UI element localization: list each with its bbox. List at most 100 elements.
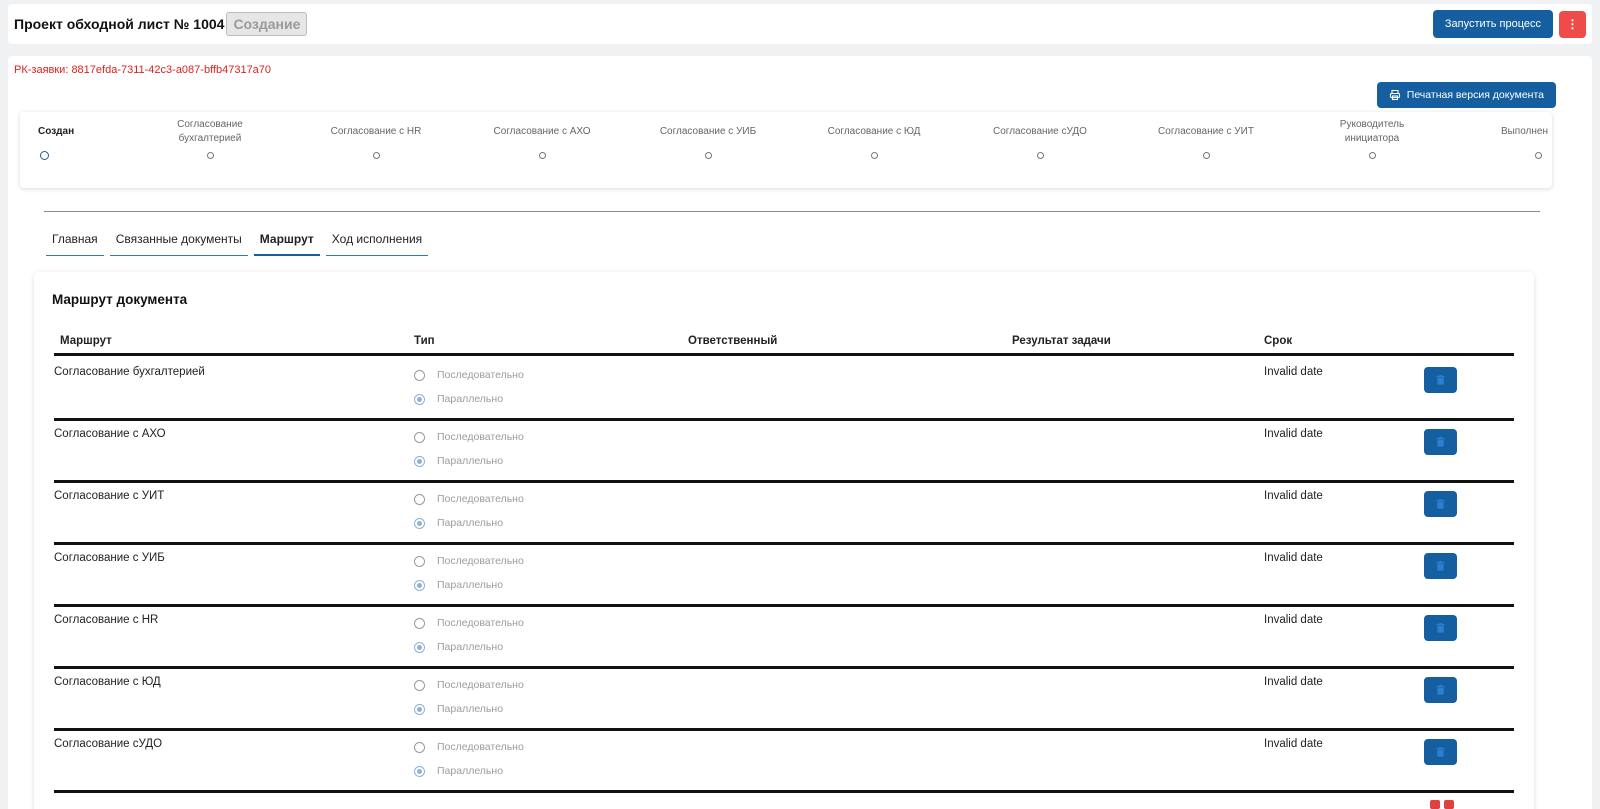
tab-2[interactable]: Маршрут xyxy=(253,228,320,256)
radio-label: Параллельно xyxy=(437,455,504,467)
type-sequential-radio[interactable]: Последовательно xyxy=(414,741,524,753)
corner-icons xyxy=(1430,800,1454,809)
step-item: Создан xyxy=(0,56,114,166)
radio-circle xyxy=(414,703,425,715)
step-label: Согласование бухгалтерией xyxy=(177,119,243,144)
type-parallel-radio[interactable]: Параллельно xyxy=(414,641,503,653)
deadline-value: Invalid date xyxy=(1264,738,1323,750)
type-sequential-radio[interactable]: Последовательно xyxy=(414,493,524,505)
type-sequential-radio[interactable]: Последовательно xyxy=(414,617,524,629)
route-name: Согласование с HR xyxy=(54,614,159,626)
delete-button[interactable] xyxy=(1424,367,1457,393)
radio-label: Последовательно xyxy=(437,555,524,567)
radio-label: Параллельно xyxy=(437,641,504,653)
deadline-value: Invalid date xyxy=(1264,614,1323,626)
type-sequential-radio[interactable]: Последовательно xyxy=(414,369,524,381)
route-name: Согласование с ЮД xyxy=(54,676,161,688)
delete-button[interactable] xyxy=(1424,553,1457,579)
trash-icon xyxy=(1436,746,1445,757)
type-parallel-radio[interactable]: Параллельно xyxy=(414,517,503,529)
step-item: Согласование с УИБ xyxy=(638,56,778,166)
radio-circle xyxy=(414,741,425,753)
radio-circle xyxy=(414,493,425,505)
radio-label: Последовательно xyxy=(437,369,524,381)
radio-label: Параллельно xyxy=(437,517,504,529)
radio-circle xyxy=(414,765,425,777)
header-actions: Запустить процесс ⋮ xyxy=(1432,10,1586,38)
route-panel: Маршрут документа Маршрут Тип Ответствен… xyxy=(34,272,1534,809)
tab-0[interactable]: Главная xyxy=(46,228,104,256)
radio-label: Параллельно xyxy=(437,579,504,591)
step-item: Согласование бухгалтерией xyxy=(140,56,280,166)
col-responsible: Ответственный xyxy=(688,335,778,347)
type-sequential-radio[interactable]: Последовательно xyxy=(414,679,524,691)
step-dot xyxy=(40,151,49,160)
delete-button[interactable] xyxy=(1424,491,1457,517)
deadline-value: Invalid date xyxy=(1264,552,1323,564)
step-item: Согласование с ЮД xyxy=(804,56,944,166)
type-sequential-radio[interactable]: Последовательно xyxy=(414,431,524,443)
table-row: Согласование с ЮД Последовательно Параллел… xyxy=(54,669,1514,731)
trash-icon xyxy=(1436,374,1445,385)
col-deadline: Срок xyxy=(1264,335,1293,347)
radio-circle xyxy=(414,431,425,443)
radio-circle xyxy=(414,679,425,691)
step-label: Согласование с УИБ xyxy=(659,126,757,137)
deadline-value: Invalid date xyxy=(1264,490,1323,502)
tab-bar: Главная Связанные документы Маршрут Ход исп… xyxy=(46,228,429,256)
action-icon[interactable] xyxy=(1444,800,1454,809)
deadline-value: Invalid date xyxy=(1264,428,1323,440)
trash-icon xyxy=(1436,560,1445,571)
status-badge: Создание xyxy=(226,12,308,36)
type-parallel-radio[interactable]: Параллельно xyxy=(414,455,503,467)
table-row: Согласование с АХО Последовательно Паралле… xyxy=(54,421,1514,483)
deadline-value: Invalid date xyxy=(1264,676,1323,688)
more-menu-button[interactable]: ⋮ xyxy=(1559,10,1586,38)
radio-circle xyxy=(414,579,425,591)
type-parallel-radio[interactable]: Параллельно xyxy=(414,579,503,591)
radio-circle xyxy=(414,393,425,405)
stepper-line xyxy=(44,211,1540,212)
step-dot xyxy=(871,152,878,159)
step-dot xyxy=(1203,152,1210,159)
step-dot xyxy=(207,152,214,159)
col-result: Результат задачи xyxy=(1012,335,1111,347)
table-row: Согласование с УИБ Последовательно Паралле… xyxy=(54,545,1514,607)
tab-3[interactable]: Ход исполнения xyxy=(325,228,429,256)
table-row: Согласование сУДО Последовательно Параллел… xyxy=(54,731,1514,793)
step-label: Руководитель инициатора xyxy=(1339,119,1405,144)
radio-circle xyxy=(414,369,425,381)
step-item: Выполнен xyxy=(1468,56,1600,166)
radio-circle xyxy=(414,641,425,653)
page-title: Проект обходной лист № 1004 xyxy=(14,16,225,32)
col-type: Тип xyxy=(414,335,435,347)
tab-1[interactable]: Связанные документы xyxy=(109,228,248,256)
step-item: Согласование с АХО xyxy=(472,56,612,166)
delete-button[interactable] xyxy=(1424,739,1457,765)
type-sequential-radio[interactable]: Последовательно xyxy=(414,555,524,567)
radio-label: Последовательно xyxy=(437,493,524,505)
delete-button[interactable] xyxy=(1424,615,1457,641)
delete-button[interactable] xyxy=(1424,677,1457,703)
type-parallel-radio[interactable]: Параллельно xyxy=(414,393,503,405)
route-title: Маршрут документа xyxy=(52,292,188,307)
radio-label: Последовательно xyxy=(437,431,524,443)
radio-label: Последовательно xyxy=(437,741,524,753)
type-parallel-radio[interactable]: Параллельно xyxy=(414,765,503,777)
route-name: Согласование бухгалтерией xyxy=(54,366,205,378)
trash-icon xyxy=(1436,622,1445,633)
step-dot xyxy=(1369,152,1376,159)
type-parallel-radio[interactable]: Параллельно xyxy=(414,703,503,715)
radio-label: Последовательно xyxy=(437,679,524,691)
radio-circle xyxy=(414,555,425,567)
step-item: Согласование сУДО xyxy=(970,56,1110,166)
start-process-button[interactable]: Запустить процесс xyxy=(1432,10,1553,38)
step-dot xyxy=(705,152,712,159)
action-icon[interactable] xyxy=(1430,800,1440,809)
delete-button[interactable] xyxy=(1424,429,1457,455)
trash-icon xyxy=(1436,436,1445,447)
route-name: Согласование с АХО xyxy=(54,428,166,440)
col-route: Маршрут xyxy=(60,335,112,347)
radio-circle xyxy=(414,617,425,629)
radio-circle xyxy=(414,455,425,467)
